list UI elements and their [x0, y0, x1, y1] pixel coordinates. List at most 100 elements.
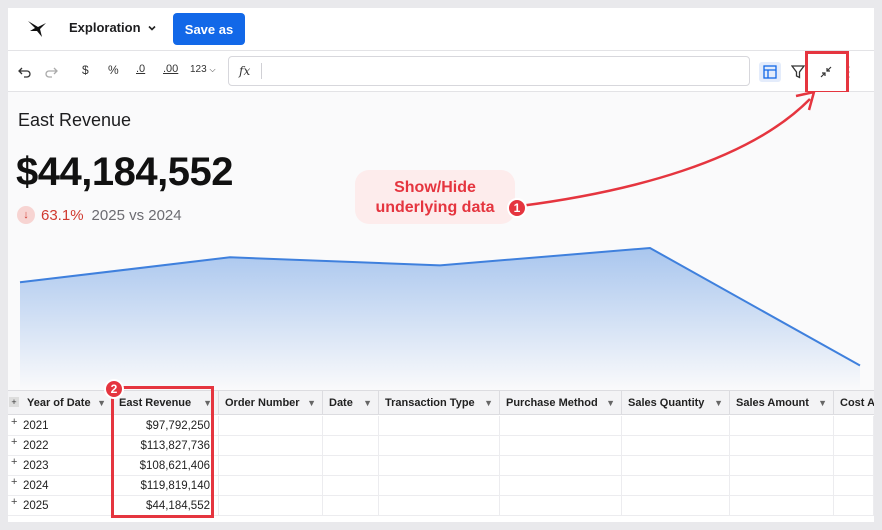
cell-empty	[622, 456, 730, 476]
redo-icon[interactable]	[44, 66, 58, 78]
filter-icon	[791, 65, 805, 79]
cell-empty	[622, 476, 730, 496]
cell-empty	[500, 456, 622, 476]
chevron-down-icon	[147, 25, 156, 31]
cell-empty	[323, 496, 379, 516]
column-label: Transaction Type	[385, 397, 475, 409]
annotation-arrow	[519, 92, 816, 208]
table-icon	[763, 65, 777, 79]
column-header-sales-amount[interactable]: Sales Amount ▼	[730, 391, 834, 415]
expand-row-icon[interactable]: +	[11, 456, 17, 468]
column-label: Order Number	[225, 397, 300, 409]
cell-order-number	[219, 496, 323, 516]
column-header-sales-quantity[interactable]: Sales Quantity ▼	[622, 391, 730, 415]
column-header-purchase-method[interactable]: Purchase Method ▼	[500, 391, 622, 415]
cell-year: 2024	[21, 476, 113, 496]
chevron-down-icon: ▼	[307, 398, 316, 408]
chevron-down-icon: ▼	[818, 398, 827, 408]
cell-empty	[323, 436, 379, 456]
cell-empty	[323, 456, 379, 476]
column-label: Sales Quantity	[628, 397, 705, 409]
cell-empty	[323, 476, 379, 496]
formula-divider	[261, 63, 262, 79]
column-header-year-of-date[interactable]: Year of Date ▼	[21, 391, 113, 415]
cell-empty	[622, 436, 730, 456]
save-as-button[interactable]: Save as	[173, 13, 245, 45]
annotation-callout: Show/Hide underlying data	[355, 170, 515, 224]
cell-empty	[500, 496, 622, 516]
column-header-order-number[interactable]: Order Number ▼	[219, 391, 323, 415]
expand-row-icon[interactable]: +	[11, 476, 17, 488]
decrease-decimals-button[interactable]: .0	[136, 63, 145, 75]
expand-row-icon[interactable]: +	[11, 496, 17, 508]
column-header-transaction-type[interactable]: Transaction Type ▼	[379, 391, 500, 415]
number-format-dropdown[interactable]: 123 ⌵	[190, 64, 216, 75]
app-window: Exploration Save as $ % .0 .00 123 ⌵ fx	[8, 8, 874, 522]
currency-format-button[interactable]: $	[82, 63, 89, 77]
underlying-data-table: + Year of Date ▼ East Revenue ▼ Order Numb…	[8, 379, 874, 522]
cell-year: 2022	[21, 436, 113, 456]
cell-empty	[379, 456, 500, 476]
cell-empty	[730, 436, 834, 456]
cell-empty	[379, 416, 500, 436]
formula-bar[interactable]: fx	[228, 56, 750, 86]
hummingbird-logo-icon[interactable]	[26, 17, 50, 41]
callout-line-1: Show/Hide	[394, 179, 476, 196]
cell-empty	[500, 416, 622, 436]
chevron-down-icon: ▼	[363, 398, 372, 408]
cell-order-number	[219, 456, 323, 476]
column-label: Purchase Method	[506, 397, 598, 409]
cell-empty	[622, 416, 730, 436]
cell-empty	[834, 476, 874, 496]
cell-year: 2025	[21, 496, 113, 516]
cell-empty	[834, 436, 874, 456]
chevron-down-icon: ⌵	[209, 65, 216, 74]
highlight-box-collapse	[805, 51, 849, 94]
highlight-box-east-revenue	[111, 386, 214, 518]
cell-empty	[834, 416, 874, 436]
cell-order-number	[219, 476, 323, 496]
chevron-down-icon: ▼	[484, 398, 493, 408]
app-header: Exploration Save as	[8, 8, 874, 50]
cell-empty	[500, 436, 622, 456]
format-toolbar: $ % .0 .00 123 ⌵ fx	[8, 50, 874, 94]
percent-format-button[interactable]: %	[108, 63, 119, 77]
cell-empty	[834, 496, 874, 516]
workbook-title: Exploration	[69, 20, 141, 35]
cell-empty	[323, 416, 379, 436]
cell-empty	[730, 456, 834, 476]
cell-order-number	[219, 416, 323, 436]
cell-empty	[500, 476, 622, 496]
number-format-label: 123	[190, 64, 207, 75]
step-marker-1: 1	[507, 198, 527, 218]
column-label: Date	[329, 397, 353, 409]
fx-icon: fx	[239, 64, 251, 78]
workbook-title-dropdown[interactable]: Exploration	[69, 20, 157, 35]
step-marker-2: 2	[104, 379, 124, 399]
increase-decimals-button[interactable]: .00	[163, 63, 178, 75]
cell-empty	[379, 436, 500, 456]
expand-all-icon[interactable]: +	[9, 397, 19, 407]
chevron-down-icon: ▼	[97, 398, 106, 408]
cell-empty	[730, 496, 834, 516]
expand-row-icon[interactable]: +	[11, 416, 17, 428]
column-label: Cost A	[840, 397, 874, 409]
cell-empty	[834, 456, 874, 476]
kpi-chart-panel: East Revenue $44,184,552 ↓ 63.1% 2025 vs…	[8, 92, 874, 390]
cell-empty	[730, 476, 834, 496]
undo-icon[interactable]	[18, 66, 32, 78]
column-label: Year of Date	[27, 397, 91, 409]
expand-row-icon[interactable]: +	[11, 436, 17, 448]
chevron-down-icon: ▼	[606, 398, 615, 408]
column-header-cost[interactable]: Cost A	[834, 391, 874, 415]
table-view-button[interactable]	[759, 62, 781, 82]
callout-line-2: underlying data	[375, 199, 495, 216]
cell-order-number	[219, 436, 323, 456]
cell-empty	[379, 496, 500, 516]
cell-year: 2021	[21, 416, 113, 436]
cell-empty	[730, 416, 834, 436]
cell-year: 2023	[21, 456, 113, 476]
column-header-date[interactable]: Date ▼	[323, 391, 379, 415]
cell-empty	[622, 496, 730, 516]
chevron-down-icon: ▼	[714, 398, 723, 408]
